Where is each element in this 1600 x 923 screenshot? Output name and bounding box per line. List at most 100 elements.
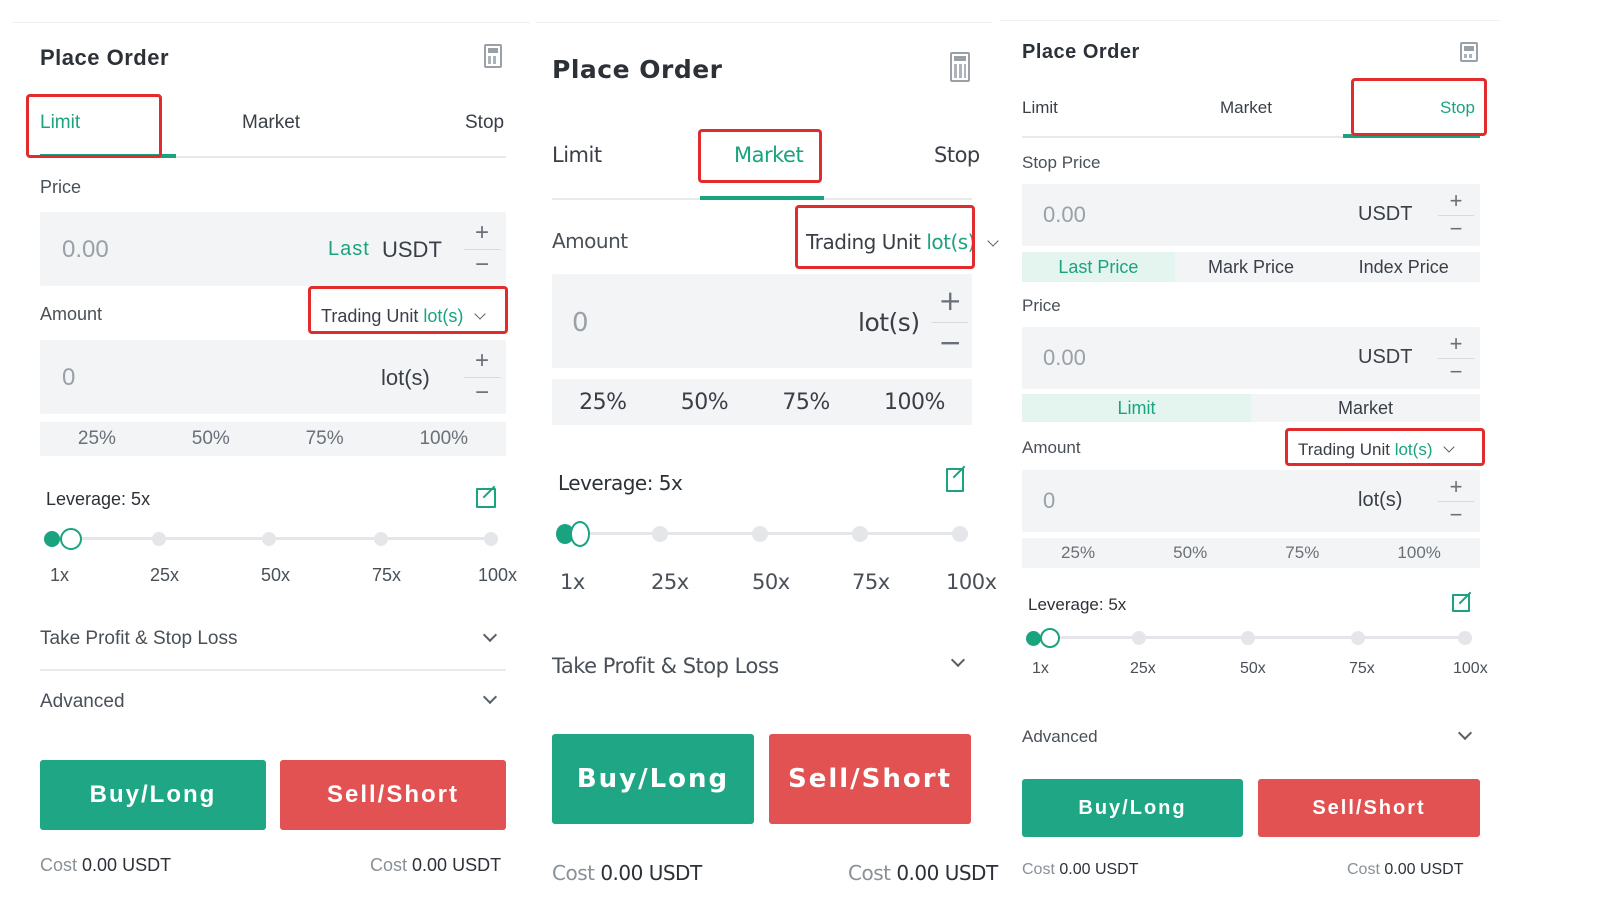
buy-cost: Cost 0.00 USDT (552, 861, 702, 885)
pct-25-button[interactable]: 25% (1061, 543, 1095, 563)
amount-input[interactable]: 0 lot(s) + − (1022, 470, 1480, 532)
highlight-box-trading-unit (1285, 428, 1485, 466)
edit-icon[interactable] (1452, 594, 1470, 612)
tick-label: 75x (372, 565, 402, 585)
mark-price-option[interactable]: Mark Price (1175, 252, 1328, 282)
last-price-button[interactable]: Last (328, 238, 370, 261)
cost-label: Cost (1347, 861, 1380, 878)
pct-50-button[interactable]: 50% (1173, 543, 1207, 563)
currency-unit: USDT (382, 237, 442, 262)
leverage-label: Leverage: 5x (46, 489, 151, 509)
market-option[interactable]: Market (1251, 394, 1480, 422)
percentage-selector: 25% 50% 75% 100% (552, 379, 972, 425)
leverage-slider[interactable] (1026, 628, 1472, 648)
tick-label: 1x (560, 570, 585, 594)
amount-placeholder: 0 (1043, 488, 1056, 513)
amount-input[interactable]: 0 lot(s) + − (552, 274, 972, 368)
limit-option[interactable]: Limit (1022, 394, 1251, 422)
edit-icon[interactable] (946, 468, 964, 492)
cost-label: Cost (40, 855, 78, 875)
calculator-icon[interactable] (1460, 42, 1478, 62)
cost-value: 0.00 USDT (600, 861, 702, 885)
buy-cost: Cost 0.00 USDT (40, 855, 171, 876)
decrement-button[interactable]: − (928, 328, 972, 358)
decrement-button[interactable]: − (460, 378, 504, 408)
increment-button[interactable]: + (1434, 186, 1478, 216)
slider-stop-75x (374, 532, 388, 546)
edit-icon[interactable] (476, 488, 496, 508)
sell-short-button[interactable]: Sell/Short (280, 760, 506, 830)
sell-cost: Cost 0.00 USDT (370, 855, 501, 876)
index-price-option[interactable]: Index Price (1327, 252, 1480, 282)
slider-thumb[interactable] (570, 521, 590, 547)
leverage-slider[interactable] (44, 528, 500, 550)
increment-button[interactable]: + (1434, 472, 1478, 502)
increment-button[interactable]: + (1434, 329, 1478, 359)
increment-button[interactable]: + (928, 286, 972, 316)
leverage-slider[interactable] (556, 521, 968, 547)
slider-thumb[interactable] (60, 528, 82, 550)
buy-long-button[interactable]: Buy/Long (40, 760, 266, 830)
pct-100-button[interactable]: 100% (884, 390, 945, 415)
buy-long-button[interactable]: Buy/Long (1022, 779, 1243, 837)
tab-market[interactable]: Market (1220, 98, 1272, 118)
pct-25-button[interactable]: 25% (78, 428, 116, 450)
tick-label: 25x (651, 570, 689, 594)
cost-label: Cost (848, 861, 891, 885)
pct-75-button[interactable]: 75% (306, 428, 344, 450)
amount-stepper: + − (460, 344, 504, 410)
pct-100-button[interactable]: 100% (1397, 543, 1440, 563)
sell-short-button[interactable]: Sell/Short (769, 734, 971, 824)
pct-75-button[interactable]: 75% (782, 390, 830, 415)
price-label: Price (1022, 296, 1061, 315)
chevron-down-icon[interactable] (1457, 725, 1473, 741)
amount-input[interactable]: 0 lot(s) + − (40, 340, 506, 414)
increment-button[interactable]: + (460, 346, 504, 376)
amount-stepper: + − (1434, 472, 1478, 530)
advanced-expander[interactable]: Advanced (1022, 727, 1098, 747)
tab-limit[interactable]: Limit (1022, 98, 1058, 118)
price-placeholder: 0.00 (1043, 345, 1086, 370)
sell-short-button[interactable]: Sell/Short (1258, 779, 1480, 837)
tab-stop[interactable]: Stop (934, 143, 980, 167)
divider (536, 22, 992, 23)
tab-market[interactable]: Market (242, 112, 300, 134)
price-input[interactable]: 0.00 Last USDT + − (40, 212, 506, 286)
increment-button[interactable]: + (460, 218, 504, 248)
slider-stop-50x (1241, 631, 1255, 645)
calculator-icon[interactable] (484, 44, 502, 68)
pct-50-button[interactable]: 50% (681, 390, 729, 415)
percentage-selector: 25% 50% 75% 100% (40, 422, 506, 456)
tick-label: 50x (261, 565, 291, 585)
price-label: Price (40, 177, 82, 197)
chevron-down-icon[interactable] (482, 689, 498, 705)
currency-unit: USDT (1358, 346, 1413, 368)
tpsl-expander[interactable]: Take Profit & Stop Loss (552, 654, 779, 678)
decrement-button[interactable]: − (1434, 214, 1478, 244)
pct-50-button[interactable]: 50% (192, 428, 230, 450)
decrement-button[interactable]: − (1434, 500, 1478, 530)
last-price-option[interactable]: Last Price (1022, 252, 1175, 282)
decrement-button[interactable]: − (460, 250, 504, 280)
place-order-panel-market: Place Order Limit Market Stop Amount Tra… (536, 0, 999, 923)
active-tab-indicator (700, 196, 824, 200)
stop-price-input[interactable]: 0.00 USDT + − (1022, 184, 1480, 246)
amount-label: Amount (552, 229, 628, 253)
pct-75-button[interactable]: 75% (1285, 543, 1319, 563)
slider-thumb[interactable] (1040, 628, 1060, 648)
price-input[interactable]: 0.00 USDT + − (1022, 327, 1480, 389)
pct-25-button[interactable]: 25% (579, 390, 627, 415)
pct-100-button[interactable]: 100% (419, 428, 468, 450)
chevron-down-icon[interactable] (482, 627, 498, 643)
cost-value: 0.00 USDT (82, 855, 172, 875)
leverage-label: Leverage: 5x (1028, 595, 1127, 614)
tab-stop[interactable]: Stop (465, 112, 504, 134)
advanced-expander[interactable]: Advanced (40, 691, 125, 713)
tab-limit[interactable]: Limit (552, 143, 602, 167)
slider-stop-100x (952, 526, 968, 542)
tpsl-expander[interactable]: Take Profit & Stop Loss (40, 628, 238, 650)
chevron-down-icon[interactable] (950, 652, 966, 668)
decrement-button[interactable]: − (1434, 357, 1478, 387)
calculator-icon[interactable] (950, 52, 970, 82)
buy-long-button[interactable]: Buy/Long (552, 734, 754, 824)
